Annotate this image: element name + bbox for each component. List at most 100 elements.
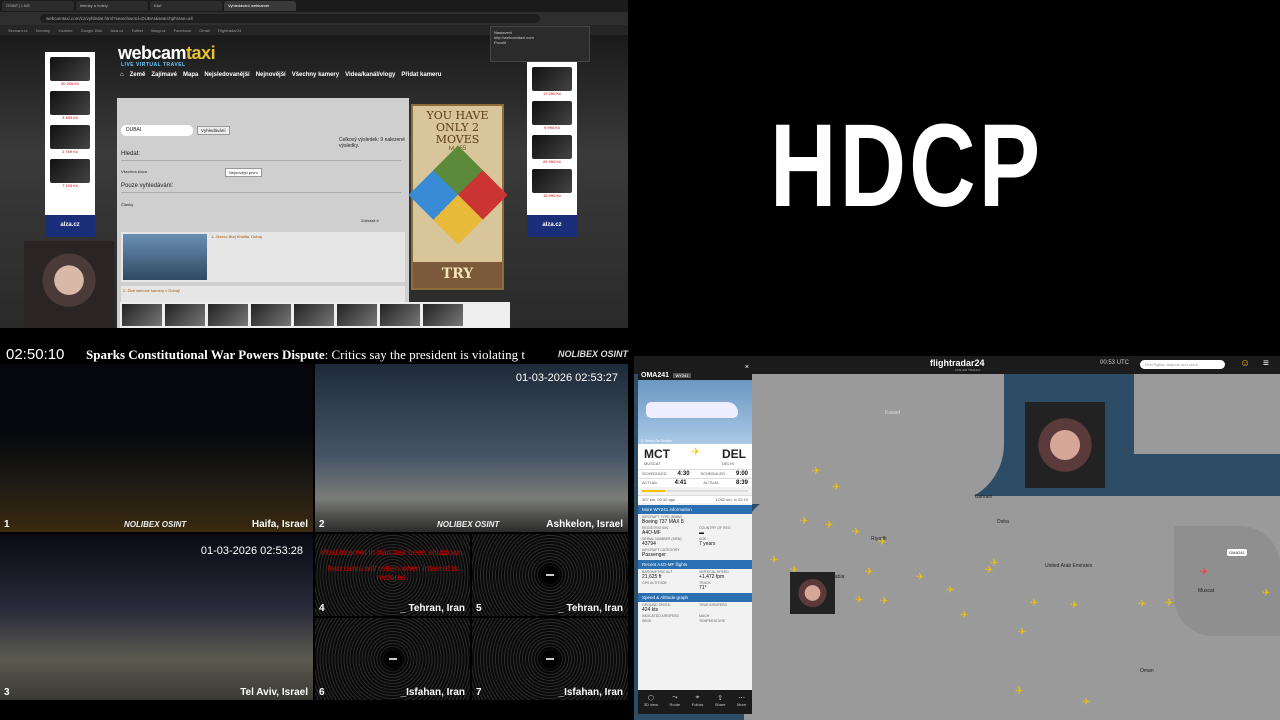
selected-aircraft-icon[interactable]: ✈ xyxy=(1200,567,1208,578)
flightradar-logo[interactable]: flightradar24 xyxy=(930,358,985,368)
aircraft-icon[interactable]: ✈ xyxy=(880,596,888,607)
destination-code[interactable]: DEL xyxy=(722,447,746,461)
aircraft-icon[interactable]: ✈ xyxy=(960,610,968,621)
bookmark[interactable]: Youtube xyxy=(58,28,73,33)
3d-view-button[interactable]: ⬡ 3D view xyxy=(644,694,658,714)
browser-tab-active[interactable]: Vyhledávání webkamer xyxy=(224,1,296,11)
bookmark[interactable]: Flightradar24 xyxy=(218,28,242,33)
site-logo[interactable]: webcamtaxi xyxy=(118,43,216,64)
product-image[interactable] xyxy=(50,91,90,115)
aircraft-icon[interactable]: ✈ xyxy=(1262,588,1270,599)
product-image[interactable] xyxy=(532,101,572,125)
product-thumbnail[interactable] xyxy=(251,304,291,326)
result-title[interactable]: 1. Jezero Burj Khalifa, Dubaj xyxy=(211,234,262,239)
share-icon: ⇪ xyxy=(717,695,724,702)
product-thumbnail[interactable] xyxy=(208,304,248,326)
bookmark[interactable]: Seznam.cz xyxy=(8,28,28,33)
menu-icon[interactable]: ≡ xyxy=(1263,358,1269,369)
bookmark[interactable]: Mapy.cz xyxy=(151,28,166,33)
aircraft-icon[interactable]: ✈ xyxy=(855,595,863,606)
bookmark[interactable]: Facebook xyxy=(174,28,192,33)
result-item[interactable]: 1. Jezero Burj Khalifa, Dubaj xyxy=(121,232,405,282)
browser-tab[interactable]: Kiwi xyxy=(150,1,222,11)
bookmark[interactable]: Alza.cz xyxy=(110,28,123,33)
flight-number-badge: WY241 xyxy=(673,373,691,378)
any-words-option[interactable]: Všechna slova xyxy=(121,169,147,174)
product-thumbnail[interactable] xyxy=(294,304,334,326)
aircraft-icon[interactable]: ✈ xyxy=(812,466,820,477)
product-thumbnail[interactable] xyxy=(165,304,205,326)
product-image[interactable] xyxy=(50,159,90,183)
nav-item[interactable]: Země xyxy=(130,72,146,78)
product-thumbnail[interactable] xyxy=(122,304,162,326)
aircraft-icon[interactable]: ✈ xyxy=(878,537,886,548)
aircraft-photo[interactable]: © Simon De Rudder xyxy=(638,380,752,444)
route-button[interactable]: ⤳ Route xyxy=(670,694,681,714)
product-image[interactable] xyxy=(50,125,90,149)
aircraft-icon[interactable]: ✈ xyxy=(1015,686,1023,697)
aircraft-icon[interactable]: ✈ xyxy=(800,516,808,527)
aircraft-icon[interactable]: ✈ xyxy=(1082,697,1090,708)
result-thumbnail[interactable] xyxy=(123,234,207,280)
search-button[interactable]: Vyhledávání xyxy=(197,126,230,135)
speed-graph-section[interactable]: Speed & Altitude graph xyxy=(638,593,752,602)
flight-search-input[interactable]: Find flights, airports and more xyxy=(1140,360,1225,369)
product-image[interactable] xyxy=(532,135,572,159)
product-thumbnail[interactable] xyxy=(380,304,420,326)
nav-item[interactable]: Nejsledovanější xyxy=(204,72,249,78)
aircraft-icon[interactable]: ✈ xyxy=(832,482,840,493)
popup-allow[interactable]: Povolit xyxy=(494,40,586,45)
result-title[interactable]: 2. Živé webové kamery v Dubaji xyxy=(123,288,180,293)
aircraft-icon[interactable]: ✈ xyxy=(770,555,778,566)
nav-item[interactable]: Přidat kameru xyxy=(401,72,441,78)
more-info-section[interactable]: More WY241 information xyxy=(638,505,752,514)
static-icon xyxy=(541,566,559,584)
bookmark[interactable]: Gmail xyxy=(199,28,209,33)
product-thumbnail[interactable] xyxy=(337,304,377,326)
browser-tab[interactable]: OSINT | LIVE xyxy=(2,1,74,11)
search-input[interactable]: DUBAI xyxy=(121,125,193,136)
nav-item[interactable]: Zajímavé xyxy=(151,72,177,78)
bookmark[interactable]: Google Disk xyxy=(81,28,103,33)
ad-banner-left[interactable]: 30 205 Kč 3 493 Kč 2 769 Kč 7 193 Kč alz… xyxy=(45,52,95,237)
url-input[interactable]: webcamtaxi.com/cz/vyhledat.html?searchwo… xyxy=(40,14,540,23)
game-ad[interactable]: YOU HAVE ONLY 2 MOVES lvl 155 TRY xyxy=(408,104,507,290)
articles-checkbox[interactable]: Články xyxy=(121,202,133,207)
close-icon[interactable]: × xyxy=(745,364,749,371)
aircraft-icon[interactable]: ✈ xyxy=(1070,600,1078,611)
aircraft-icon[interactable]: ✈ xyxy=(865,567,873,578)
origin-code[interactable]: MCT xyxy=(644,447,670,461)
aircraft-icon[interactable]: ✈ xyxy=(946,585,954,596)
more-button[interactable]: ⋯ More xyxy=(737,694,746,714)
user-icon[interactable]: ☺ xyxy=(1240,358,1250,369)
aircraft-icon[interactable]: ✈ xyxy=(916,572,924,583)
order-select[interactable]: Nejnovější první xyxy=(225,168,262,177)
aircraft-age: 7 years xyxy=(699,541,716,547)
product-thumbnail[interactable] xyxy=(423,304,463,326)
aircraft-icon[interactable]: ✈ xyxy=(852,527,860,538)
nav-item[interactable]: Nejnovější xyxy=(256,72,286,78)
permission-popup[interactable]: Nastavení http://webcamtaxi.com Povolit xyxy=(490,26,590,62)
product-image[interactable] xyxy=(532,67,572,91)
home-icon[interactable]: ⌂ xyxy=(120,72,124,78)
aircraft-icon[interactable]: ✈ xyxy=(1165,598,1173,609)
recent-flights-section[interactable]: Recent A4O-MF flights xyxy=(638,560,752,569)
browser-tab[interactable]: letenky a hotely xyxy=(76,1,148,11)
follow-button[interactable]: ⌖ Follow xyxy=(692,694,704,714)
nav-item[interactable]: Videa/kanál/vlogy xyxy=(345,72,395,78)
aircraft-icon[interactable]: ✈ xyxy=(990,558,998,569)
aircraft-icon[interactable]: ✈ xyxy=(1018,627,1026,638)
aircraft-icon[interactable]: ✈ xyxy=(825,520,833,531)
product-image[interactable] xyxy=(50,57,90,81)
ad-banner-right[interactable]: 17 290 Kč 9 990 Kč 26 990 Kč 15 990 Kč a… xyxy=(527,62,577,237)
bookmark[interactable]: Twitter xyxy=(131,28,143,33)
game-ad-try-button[interactable]: TRY xyxy=(413,262,502,288)
product-image[interactable] xyxy=(532,169,572,193)
nav-item[interactable]: Všechny kamery xyxy=(292,72,339,78)
aircraft-icon[interactable]: ✈ xyxy=(1030,598,1038,609)
temp-label: TEMPERATURE xyxy=(699,619,726,623)
nav-item[interactable]: Mapa xyxy=(183,72,198,78)
bookmark[interactable]: Novinky xyxy=(36,28,50,33)
aircraft-icon[interactable]: ✈ xyxy=(1138,599,1146,610)
share-button[interactable]: ⇪ Share xyxy=(715,694,726,714)
